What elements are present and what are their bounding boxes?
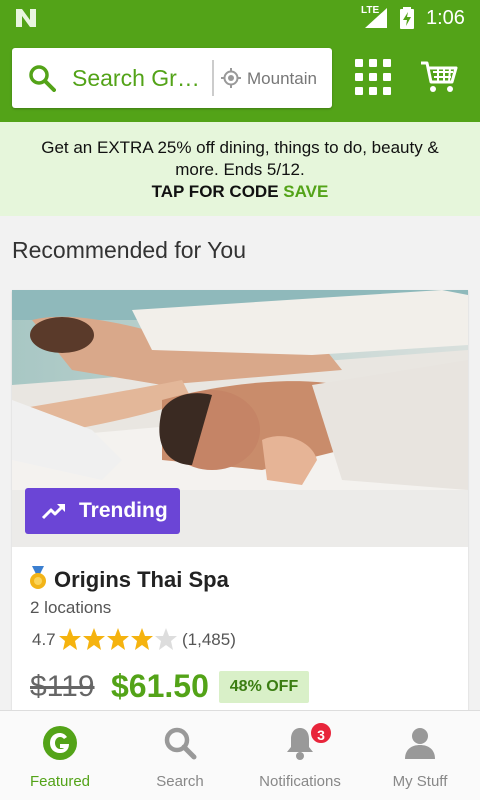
person-icon (405, 728, 435, 759)
location-target-icon (221, 68, 241, 88)
discount-badge: 48% OFF (219, 671, 309, 703)
rating-value: 4.7 (32, 630, 56, 649)
section-title: Recommended for You (12, 237, 246, 263)
notification-count-badge: 3 (309, 721, 333, 745)
categories-grid-icon[interactable] (354, 58, 392, 96)
deal-locations: 2 locations (30, 598, 112, 617)
nav-featured[interactable]: Featured (0, 711, 120, 800)
status-bar: LTE 1:06 (0, 0, 480, 36)
medal-icon (30, 566, 46, 589)
nav-my-stuff-label: My Stuff (392, 773, 448, 790)
nav-notifications-label: Notifications (259, 773, 341, 790)
star-rating-icon (59, 628, 177, 650)
search-divider (212, 60, 214, 96)
trending-badge: Trending (25, 488, 180, 534)
nav-search[interactable]: Search (120, 711, 240, 800)
search-input[interactable]: Search Gr… (72, 65, 210, 92)
app-bar: Search Gr… Mountain (0, 36, 480, 122)
original-price: $119 (30, 670, 95, 703)
groupon-g-icon (43, 726, 77, 760)
promo-tap-label: TAP FOR CODE (151, 182, 279, 201)
trending-up-icon (41, 504, 65, 520)
nav-search-label: Search (156, 773, 204, 790)
deal-card[interactable]: Trending Origins Thai Spa 2 locations 4.… (12, 290, 468, 730)
network-type: LTE (361, 5, 380, 16)
rating-count: (1,485) (182, 630, 236, 649)
deal-title[interactable]: Origins Thai Spa (28, 566, 229, 593)
clock: 1:06 (426, 7, 465, 29)
promo-banner[interactable]: Get an EXTRA 25% off dining, things to d… (0, 122, 480, 216)
notification-n-icon (16, 9, 36, 27)
shopping-cart-icon[interactable] (420, 60, 458, 94)
promo-code: SAVE (283, 182, 329, 201)
location-field[interactable]: Mountain (247, 69, 327, 89)
promo-tap-for-code[interactable]: TAP FOR CODE SAVE (0, 182, 480, 202)
nav-featured-label: Featured (29, 773, 91, 790)
nav-notifications[interactable]: 3 Notifications (240, 711, 360, 800)
bottom-navigation: Featured Search 3 Notifications My Stuff (0, 710, 480, 800)
deal-title-text: Origins Thai Spa (54, 567, 229, 592)
search-bar[interactable]: Search Gr… Mountain (12, 48, 332, 108)
battery-charging-icon (400, 7, 414, 29)
deal-price: $61.50 (111, 668, 209, 704)
promo-text: Get an EXTRA 25% off dining, things to d… (41, 138, 439, 179)
search-icon (164, 727, 197, 760)
trending-label: Trending (79, 499, 168, 522)
search-icon (29, 65, 56, 92)
nav-my-stuff[interactable]: My Stuff (360, 711, 480, 800)
